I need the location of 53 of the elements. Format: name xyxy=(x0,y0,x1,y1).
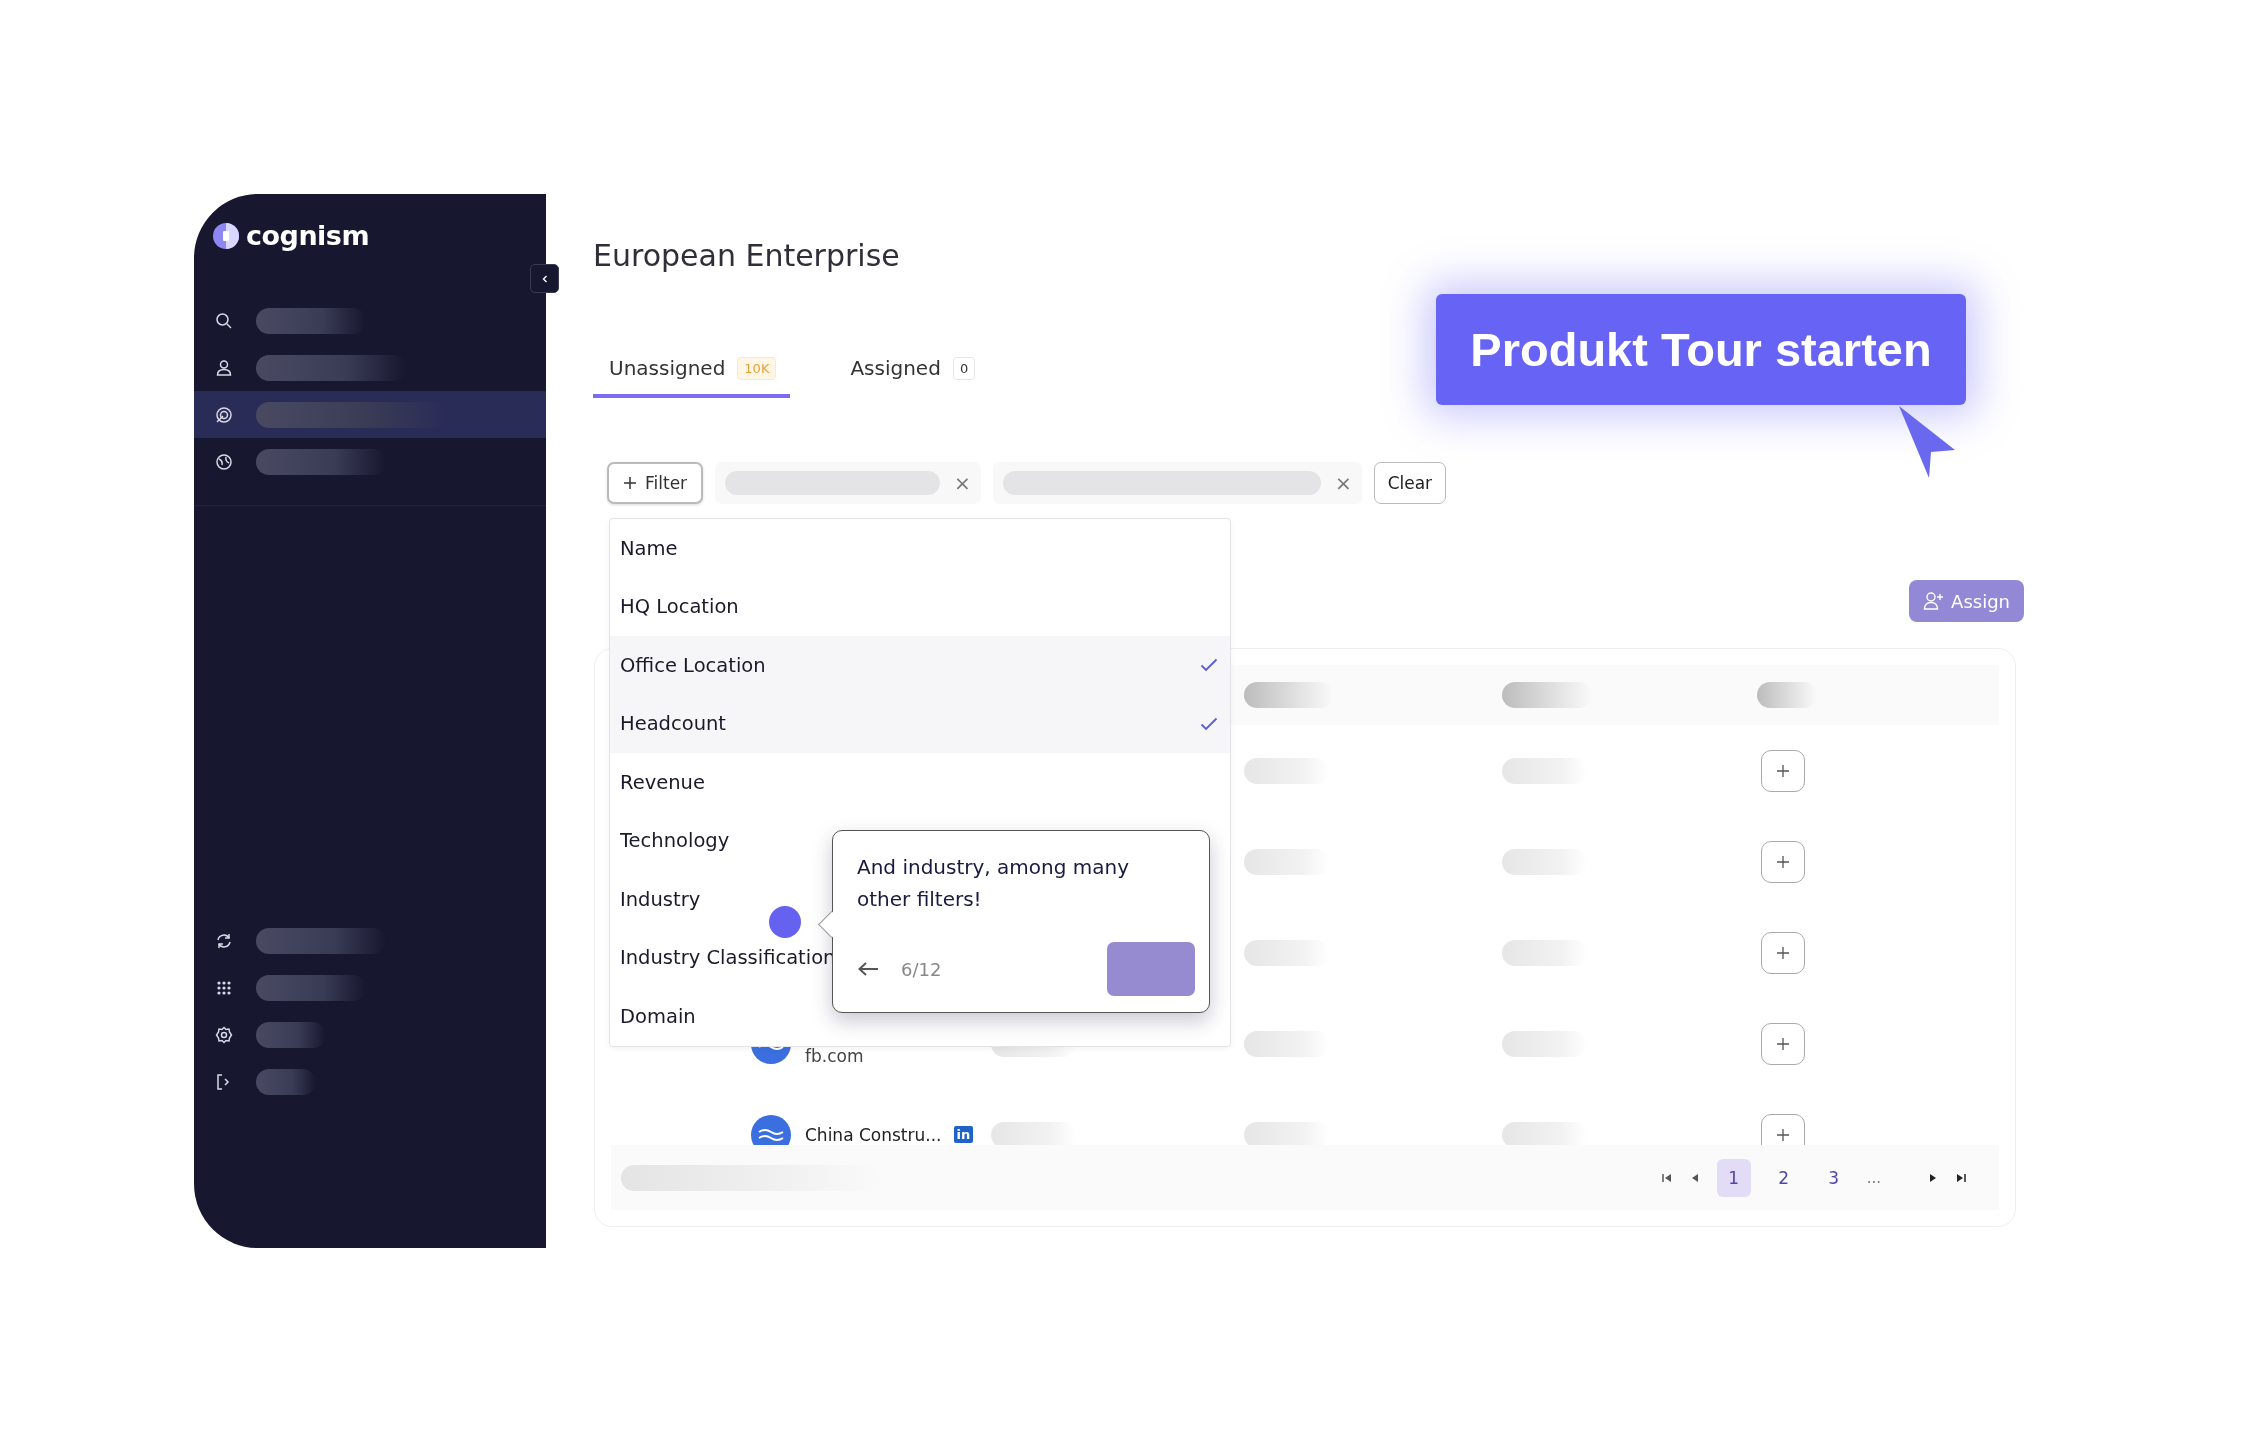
blurred-text xyxy=(1757,682,1817,708)
linkedin-icon[interactable]: in xyxy=(953,1126,974,1143)
globe-icon xyxy=(214,451,234,472)
step-counter: 6/12 xyxy=(901,958,943,980)
plus-icon xyxy=(1775,762,1791,779)
filter-chip[interactable]: × xyxy=(715,462,981,504)
menu-item[interactable]: Office Location xyxy=(610,636,1230,695)
tour-button[interactable]: Produkt Tour starten xyxy=(1436,294,1966,405)
beacon-icon xyxy=(769,906,801,938)
page-number[interactable]: 2 xyxy=(1766,1158,1801,1197)
plus-icon xyxy=(623,476,637,490)
menu-item[interactable]: Revenue xyxy=(610,753,1230,812)
add-user-icon xyxy=(1923,591,1946,611)
filter-chip[interactable]: × xyxy=(992,462,1362,504)
brand-name: cognism xyxy=(246,220,370,251)
remove-button[interactable]: × xyxy=(954,471,971,495)
blurred-text xyxy=(256,1068,316,1095)
add-button[interactable] xyxy=(1761,1113,1805,1145)
page-number[interactable]: 1 xyxy=(1716,1158,1751,1197)
menu-item[interactable]: Headcount xyxy=(610,694,1230,753)
back-arrow-icon[interactable] xyxy=(857,961,879,977)
page-title: European Enterprise xyxy=(593,237,901,275)
page-number[interactable]: 3 xyxy=(1816,1158,1851,1197)
add-button[interactable] xyxy=(1761,931,1805,974)
user-icon xyxy=(214,357,234,378)
company-name[interactable]: China Constru... xyxy=(805,1124,942,1145)
menu-item[interactable]: HQ Location xyxy=(610,577,1230,636)
logo-icon xyxy=(212,221,240,250)
plus-icon xyxy=(1775,853,1791,870)
clear-button[interactable]: Clear xyxy=(1373,462,1447,504)
collapse-button[interactable] xyxy=(530,264,559,293)
plus-icon xyxy=(1775,1126,1791,1143)
search-icon xyxy=(214,310,234,331)
company-domain: fb.com xyxy=(805,1045,864,1068)
count-badge: 10K xyxy=(737,356,777,380)
plus-icon xyxy=(1775,944,1791,961)
filter-button[interactable]: Filter xyxy=(607,462,704,504)
blurred-text xyxy=(256,1021,326,1048)
menu-item[interactable]: Name xyxy=(610,519,1230,578)
tooltip-text: And industry, among many other filters! xyxy=(857,854,1130,913)
add-button[interactable] xyxy=(1761,749,1805,792)
gear-icon xyxy=(214,1024,234,1045)
last-page-icon[interactable] xyxy=(1955,1171,1967,1184)
target-icon xyxy=(214,404,234,425)
plus-icon xyxy=(1775,1035,1791,1052)
add-button[interactable] xyxy=(1761,840,1805,883)
add-button[interactable] xyxy=(1761,1022,1805,1065)
count-badge: 0 xyxy=(952,356,976,380)
remove-button[interactable]: × xyxy=(1334,471,1352,495)
first-page-icon[interactable] xyxy=(1660,1171,1673,1184)
tab[interactable]: Assigned 0 xyxy=(834,356,990,398)
tab[interactable]: Unassigned 10K xyxy=(593,356,791,398)
page-ellipsis: ... xyxy=(1866,1168,1881,1187)
